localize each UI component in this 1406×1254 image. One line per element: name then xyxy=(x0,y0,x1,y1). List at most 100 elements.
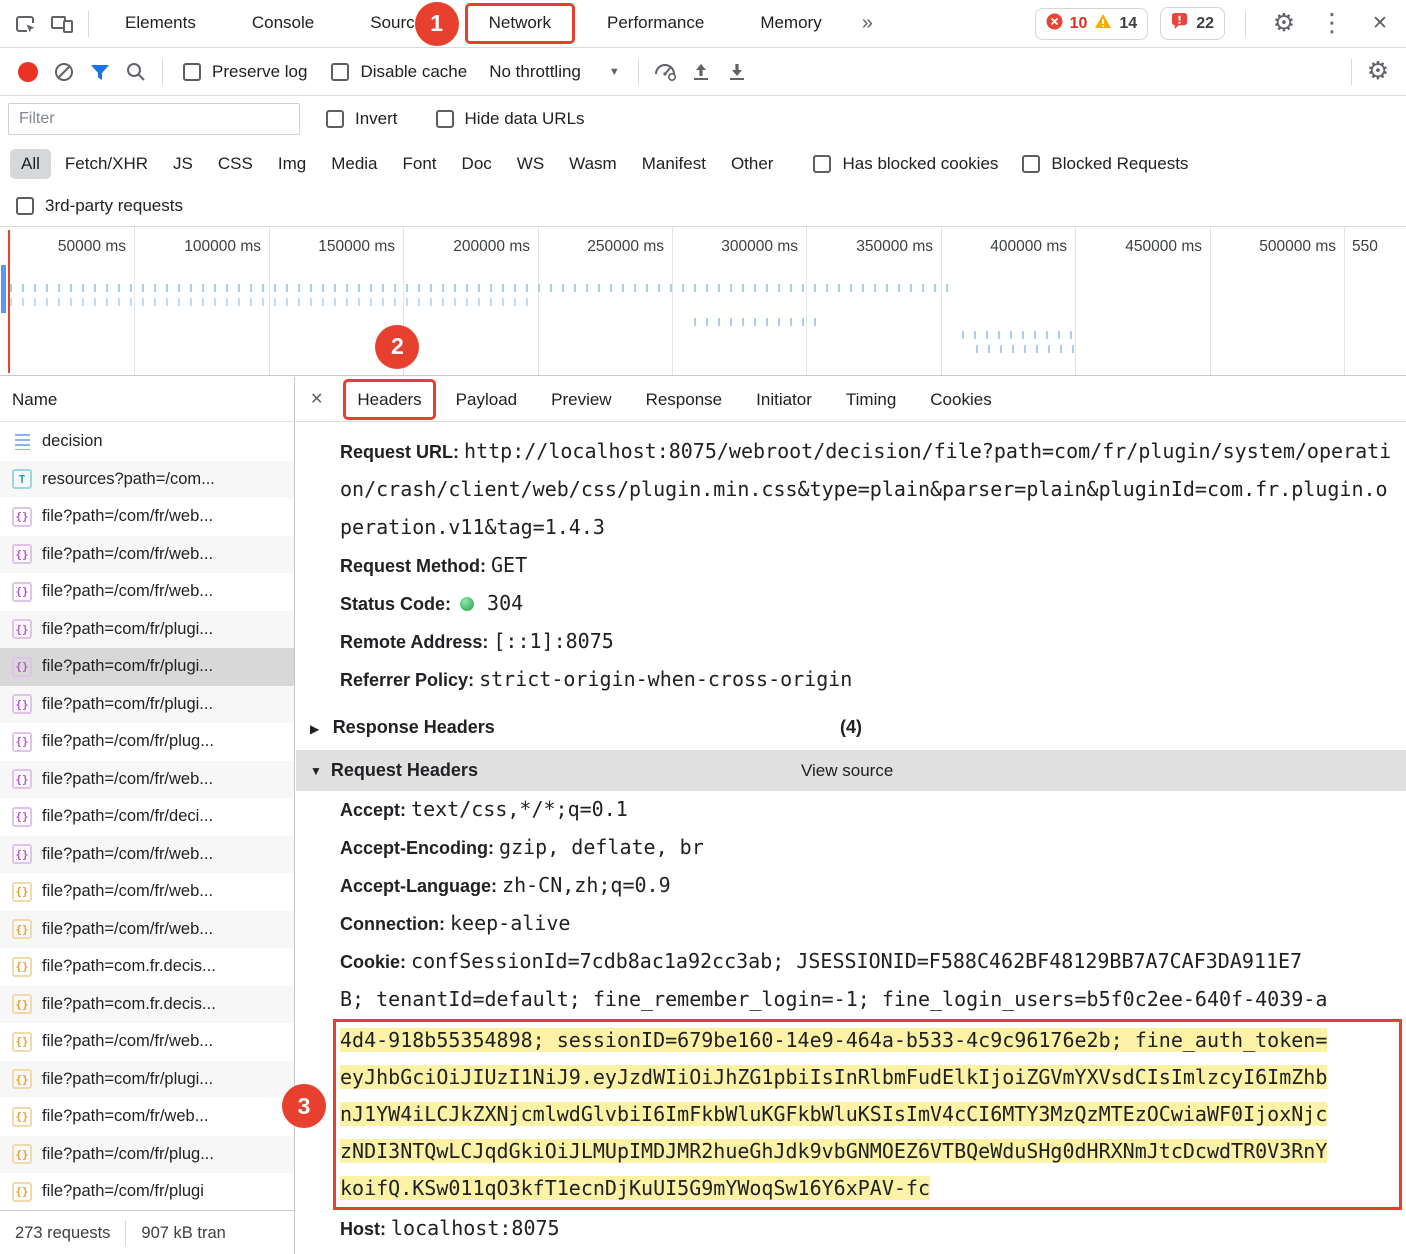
request-name: file?path=/com/fr/plug... xyxy=(42,1144,214,1163)
response-headers-section[interactable]: ▶ Response Headers (4) xyxy=(296,706,1406,750)
connection-value: keep-alive xyxy=(450,911,571,935)
throttling-select[interactable]: No throttling ▼ xyxy=(489,62,620,82)
request-row[interactable]: {} file?path=com/fr/plugi... xyxy=(0,685,294,723)
request-name: file?path=com.fr.decis... xyxy=(42,957,216,976)
tab-preview[interactable]: Preview xyxy=(551,377,611,422)
request-row[interactable]: decision xyxy=(0,423,294,461)
request-headers-section[interactable]: ▼ Request Headers View source xyxy=(296,750,1406,791)
request-row-selected[interactable]: {} file?path=com/fr/plugi... xyxy=(0,648,294,686)
request-name: file?path=/com/fr/plugi xyxy=(42,1182,204,1201)
filter-chip-doc[interactable]: Doc xyxy=(451,149,503,179)
cookie-row-continuation: B; tenantId=default; fine_remember_login… xyxy=(296,981,1406,1019)
more-tabs-chevron[interactable]: » xyxy=(856,0,879,48)
column-header-name[interactable]: Name xyxy=(0,377,294,422)
request-row[interactable]: {} file?path=com/fr/plugi... xyxy=(0,1060,294,1098)
filter-chip-js[interactable]: JS xyxy=(162,149,204,179)
blocked-requests-checkbox[interactable]: Blocked Requests xyxy=(1022,154,1188,174)
timeline-gridline xyxy=(1210,227,1211,375)
devtools-status-cluster: 10 14 22 ⚙ ⋮ ✕ xyxy=(1034,6,1398,42)
network-settings-gear-icon[interactable]: ⚙ xyxy=(1360,54,1396,90)
request-row[interactable]: {} file?path=com/fr/plugi... xyxy=(0,610,294,648)
request-row[interactable]: {} file?path=/com/fr/web... xyxy=(0,1023,294,1061)
timeline-gridline xyxy=(538,227,539,375)
invert-checkbox[interactable]: Invert xyxy=(326,109,398,129)
annotation-step-3: 3 xyxy=(282,1084,326,1128)
filter-chip-wasm[interactable]: Wasm xyxy=(558,149,628,179)
tab-headers[interactable]: Headers 2 xyxy=(343,324,436,422)
network-conditions-icon[interactable] xyxy=(647,54,683,90)
tab-response[interactable]: Response xyxy=(646,377,723,422)
console-counts-badge[interactable]: 10 14 xyxy=(1034,7,1149,40)
settings-gear-icon[interactable]: ⚙ xyxy=(1266,6,1302,42)
cookie-key: Cookie: xyxy=(340,952,407,972)
search-icon[interactable] xyxy=(118,54,154,90)
issues-badge[interactable]: 22 xyxy=(1160,7,1225,40)
export-har-icon[interactable] xyxy=(719,54,755,90)
tab-cookies[interactable]: Cookies xyxy=(930,377,991,422)
more-options-kebab-icon[interactable]: ⋮ xyxy=(1314,6,1350,42)
hide-data-urls-label: Hide data URLs xyxy=(464,109,585,128)
request-row[interactable]: {} file?path=/com/fr/web... xyxy=(0,835,294,873)
request-name: file?path=/com/fr/plug... xyxy=(42,732,214,751)
import-har-icon[interactable] xyxy=(683,54,719,90)
filter-toggle-icon[interactable] xyxy=(82,54,118,90)
issues-count: 22 xyxy=(1196,14,1214,32)
request-row[interactable]: {} file?path=/com/fr/web... xyxy=(0,873,294,911)
timeline-overview[interactable]: 50000 ms 100000 ms 150000 ms 200000 ms 2… xyxy=(0,227,1406,376)
clear-button[interactable] xyxy=(46,54,82,90)
filter-chip-fetch-xhr[interactable]: Fetch/XHR xyxy=(54,149,159,179)
view-source-button[interactable]: View source xyxy=(801,761,893,781)
filter-chip-font[interactable]: Font xyxy=(392,149,448,179)
tab-payload[interactable]: Payload xyxy=(456,377,517,422)
tab-console[interactable]: Console xyxy=(238,0,328,48)
tab-memory[interactable]: Memory xyxy=(746,0,835,48)
cookie-value-line1: confSessionId=7cdb8ac1a92cc3ab; JSESSION… xyxy=(411,949,1303,973)
device-toolbar-icon[interactable] xyxy=(44,6,80,42)
request-row[interactable]: {} file?path=com.fr.decis... xyxy=(0,985,294,1023)
filter-chip-ws[interactable]: WS xyxy=(506,149,555,179)
filter-chip-all[interactable]: All xyxy=(10,149,51,179)
request-row[interactable]: {} file?path=/com/fr/web... xyxy=(0,760,294,798)
record-button[interactable] xyxy=(10,54,46,90)
filter-chip-other[interactable]: Other xyxy=(720,149,785,179)
filter-input[interactable] xyxy=(8,103,300,135)
request-row[interactable]: {} file?path=/com/fr/plugi xyxy=(0,1173,294,1210)
filter-chip-media[interactable]: Media xyxy=(320,149,388,179)
tab-network-label: Network xyxy=(488,12,551,32)
request-row[interactable]: {} file?path=com/fr/web... xyxy=(0,1098,294,1136)
tab-elements[interactable]: Elements xyxy=(111,0,210,48)
third-party-checkbox[interactable]: 3rd-party requests xyxy=(16,196,183,216)
request-row[interactable]: {} file?path=/com/fr/deci... xyxy=(0,798,294,836)
load-event-marker xyxy=(8,230,10,373)
tab-initiator[interactable]: Initiator xyxy=(756,377,812,422)
filter-chip-manifest[interactable]: Manifest xyxy=(631,149,717,179)
tab-network[interactable]: Network 1 xyxy=(414,0,575,48)
timeline-tick-label: 150000 ms xyxy=(318,238,395,255)
accept-row: Accept: text/css,*/*;q=0.1 xyxy=(296,791,1406,829)
request-row[interactable]: {} file?path=com.fr.decis... xyxy=(0,948,294,986)
tab-timing[interactable]: Timing xyxy=(846,377,896,422)
request-row[interactable]: {} file?path=/com/fr/web... xyxy=(0,573,294,611)
request-row[interactable]: {} file?path=/com/fr/plug... xyxy=(0,1135,294,1173)
hide-data-urls-checkbox[interactable]: Hide data URLs xyxy=(435,109,585,129)
disable-cache-checkbox[interactable]: Disable cache xyxy=(331,62,467,82)
request-row[interactable]: {} file?path=/com/fr/plug... xyxy=(0,723,294,761)
request-row[interactable]: {} file?path=/com/fr/web... xyxy=(0,535,294,573)
request-row[interactable]: Tresources?path=/com... xyxy=(0,460,294,498)
stylesheet-icon: {} xyxy=(12,544,32,565)
inspect-element-icon[interactable] xyxy=(8,6,44,42)
preserve-log-checkbox[interactable]: Preserve log xyxy=(183,62,307,82)
tab-performance[interactable]: Performance xyxy=(593,0,718,48)
close-details-icon[interactable]: ✕ xyxy=(310,389,323,409)
close-devtools-icon[interactable]: ✕ xyxy=(1362,6,1398,42)
stylesheet-icon: {} xyxy=(12,619,32,640)
request-row[interactable]: {} file?path=/com/fr/web... xyxy=(0,498,294,536)
filter-chip-css[interactable]: CSS xyxy=(207,149,264,179)
filter-chip-img[interactable]: Img xyxy=(267,149,317,179)
accept-language-row: Accept-Language: zh-CN,zh;q=0.9 xyxy=(296,867,1406,905)
has-blocked-cookies-checkbox[interactable]: Has blocked cookies xyxy=(813,154,998,174)
request-row[interactable]: {} file?path=/com/fr/web... xyxy=(0,910,294,948)
remote-address-value: [::1]:8075 xyxy=(493,629,614,653)
stylesheet-icon: {} xyxy=(12,581,32,602)
highlighted-token-text: eyJhbGciOiJIUzI1NiJ9.eyJzdWIiOiJhZG1pbiI… xyxy=(340,1065,1328,1089)
